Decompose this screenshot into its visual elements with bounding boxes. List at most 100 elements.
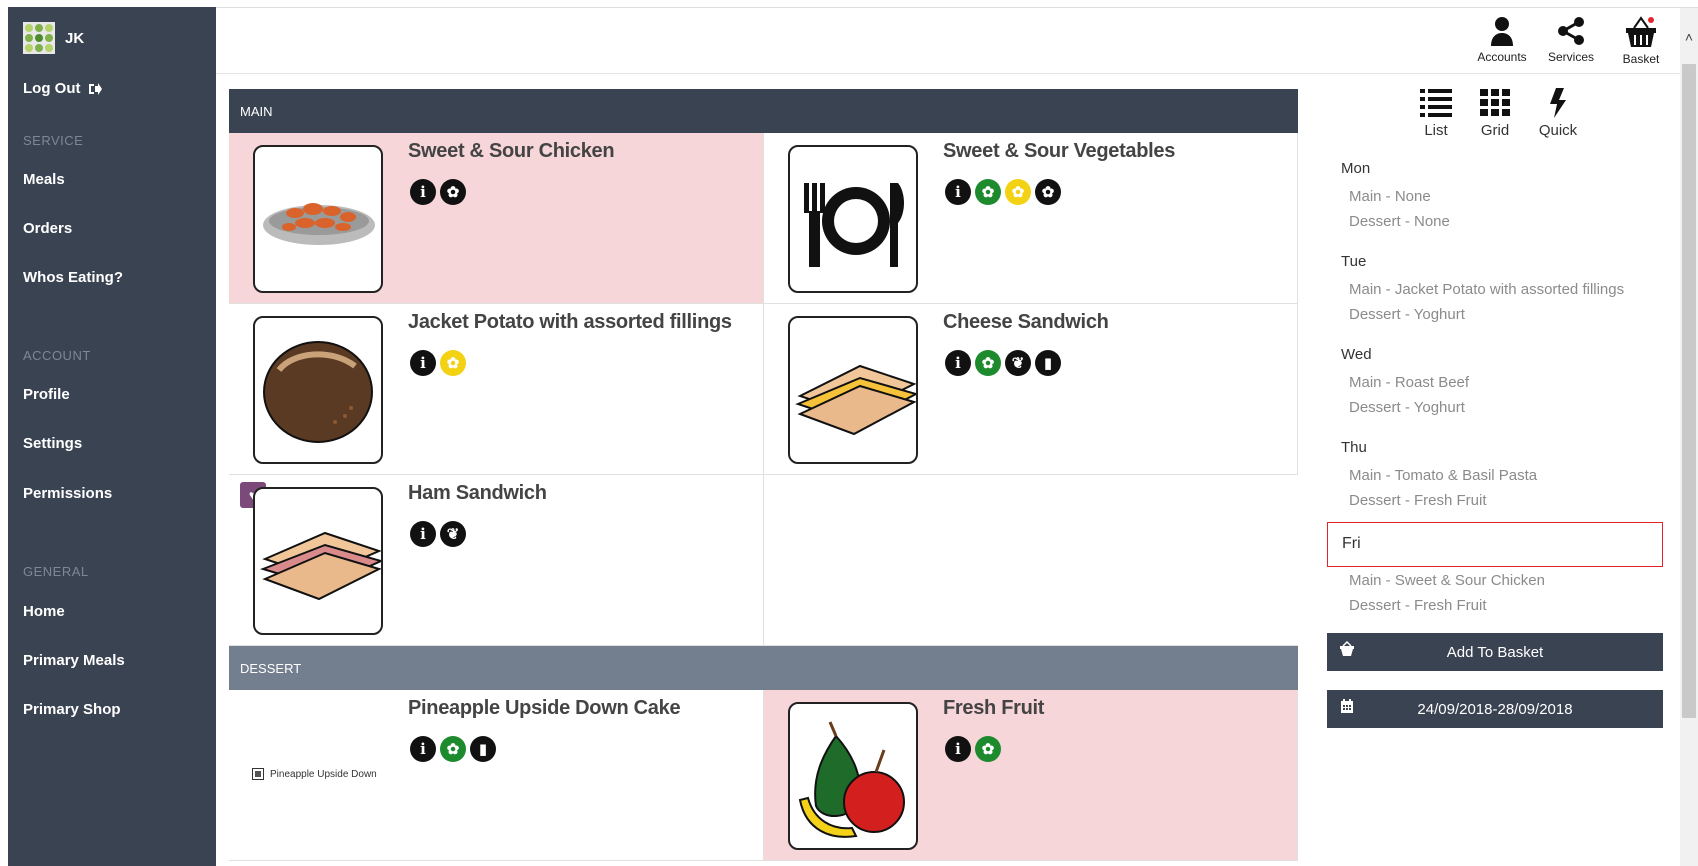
meal-title: Fresh Fruit xyxy=(943,697,1045,719)
day-name: Wed xyxy=(1341,346,1372,363)
logout-label: Log Out xyxy=(23,80,81,97)
view-list-label: List xyxy=(1424,122,1448,139)
day-dessert: Dessert - Fresh Fruit xyxy=(1349,597,1487,614)
logout-link[interactable]: Log Out xyxy=(23,80,103,97)
add-to-basket-button[interactable]: Add To Basket xyxy=(1327,633,1663,671)
info-icon[interactable]: i xyxy=(410,521,436,547)
dessert-section-title: DESSERT xyxy=(240,660,302,676)
meal-image xyxy=(788,145,918,293)
services-label: Services xyxy=(1547,50,1594,64)
sidebar-item-profile[interactable]: Profile xyxy=(23,386,70,403)
empty-card xyxy=(764,475,1298,646)
sidebar-item-home[interactable]: Home xyxy=(23,603,65,620)
meal-title: Ham Sandwich xyxy=(408,482,547,504)
dietary-badges: i ✿ xyxy=(945,736,1001,762)
view-quick-button[interactable]: Quick xyxy=(1533,88,1583,139)
user-row: JK xyxy=(23,22,84,54)
meal-image xyxy=(253,145,383,293)
gluten-icon: ❦ xyxy=(440,521,466,547)
meal-image xyxy=(788,316,918,464)
scroll-up-chevron-icon[interactable]: ˄ xyxy=(1682,30,1696,44)
day-thu[interactable]: Thu Main - Tomato & Basil Pasta Dessert … xyxy=(1327,439,1663,513)
day-name: Tue xyxy=(1341,253,1367,270)
services-button[interactable]: Services xyxy=(1543,16,1599,64)
view-list-button[interactable]: List xyxy=(1411,88,1461,139)
date-range-button[interactable]: 24/09/2018-28/09/2018 xyxy=(1327,690,1663,728)
sidebar-heading-service: SERVICE xyxy=(23,133,84,148)
sidebar-item-meals[interactable]: Meals xyxy=(23,171,65,188)
meal-image xyxy=(253,316,383,464)
meal-title: Jacket Potato with assorted fillings xyxy=(408,311,732,333)
main-section-title: MAIN xyxy=(240,103,273,119)
sidebar-item-permissions[interactable]: Permissions xyxy=(23,485,112,502)
meal-title: Sweet & Sour Vegetables xyxy=(943,140,1176,162)
sidebar-heading-account: ACCOUNT xyxy=(23,348,91,363)
school-logo xyxy=(23,22,55,54)
user-initials: JK xyxy=(65,29,85,47)
meal-card-ham-sandwich[interactable]: ♥ Ham Sandwich i ❦ xyxy=(229,475,764,646)
info-icon[interactable]: i xyxy=(945,179,971,205)
meal-image xyxy=(253,487,383,635)
vegan-icon: ✿ xyxy=(1005,179,1031,205)
info-icon[interactable]: i xyxy=(945,350,971,376)
logout-icon xyxy=(89,82,103,95)
allergen-icon: ✿ xyxy=(440,179,466,205)
day-dessert: Dessert - Yoghurt xyxy=(1349,399,1465,416)
sidebar-item-whos-eating[interactable]: Whos Eating? xyxy=(23,269,123,286)
meal-card-jacket-potato[interactable]: Jacket Potato with assorted fillings i ✿ xyxy=(229,304,764,475)
main-grid: Sweet & Sour Chicken i ✿ Sweet & Sour Ve… xyxy=(229,133,1298,646)
view-grid-label: Grid xyxy=(1480,122,1510,139)
list-icon xyxy=(1420,89,1452,117)
day-tue[interactable]: Tue Main - Jacket Potato with assorted f… xyxy=(1327,253,1663,327)
dietary-badges: i ✿ ▮ xyxy=(410,736,496,762)
meal-title: Sweet & Sour Chicken xyxy=(408,140,615,162)
info-icon[interactable]: i xyxy=(945,736,971,762)
menu-panel: MAIN Sweet & Sour Chicken i ✿ Sweet & So… xyxy=(229,89,1298,861)
info-icon[interactable]: i xyxy=(410,736,436,762)
image-alt-text: Pineapple Upside Down xyxy=(270,768,377,780)
meal-card-pineapple-cake[interactable]: Pineapple Upside Down Pineapple Upside D… xyxy=(229,690,764,861)
meal-card-fresh-fruit[interactable]: Fresh Fruit i ✿ xyxy=(764,690,1298,861)
grid-icon xyxy=(1480,89,1510,116)
share-icon xyxy=(1558,17,1584,45)
day-main: Main - Tomato & Basil Pasta xyxy=(1349,467,1538,484)
add-to-basket-label: Add To Basket xyxy=(1446,643,1544,661)
vegetarian-icon: ✿ xyxy=(440,736,466,762)
day-dessert: Dessert - Yoghurt xyxy=(1349,306,1465,323)
allergen-icon: ✿ xyxy=(1035,179,1061,205)
dietary-badges: i ✿ ✿ ✿ xyxy=(945,179,1061,205)
sidebar-item-orders[interactable]: Orders xyxy=(23,220,72,237)
sidebar: JK Log Out SERVICE Meals Orders Whos Eat… xyxy=(8,7,216,866)
day-fri-selected[interactable]: Fri xyxy=(1327,522,1663,567)
info-icon[interactable]: i xyxy=(410,350,436,376)
dietary-badges: i ✿ xyxy=(410,350,466,376)
main-section-header: MAIN xyxy=(229,89,1298,133)
basket-button[interactable]: Basket xyxy=(1613,16,1669,66)
dietary-badges: i ❦ xyxy=(410,521,466,547)
meal-image xyxy=(788,702,918,850)
accounts-button[interactable]: Accounts xyxy=(1474,16,1530,64)
sidebar-heading-general: GENERAL xyxy=(23,564,89,579)
day-mon[interactable]: Mon Main - None Dessert - None xyxy=(1327,160,1663,234)
meal-card-sweet-sour-chicken[interactable]: Sweet & Sour Chicken i ✿ xyxy=(229,133,764,304)
day-wed[interactable]: Wed Main - Roast Beef Dessert - Yoghurt xyxy=(1327,346,1663,420)
view-quick-label: Quick xyxy=(1538,122,1578,139)
day-main: Main - None xyxy=(1349,188,1431,205)
day-main: Main - Jacket Potato with assorted filli… xyxy=(1349,281,1625,298)
page-scrollbar[interactable]: ˄ xyxy=(1680,8,1698,866)
meal-card-sweet-sour-vegetables[interactable]: Sweet & Sour Vegetables i ✿ ✿ ✿ xyxy=(764,133,1298,304)
meal-card-cheese-sandwich[interactable]: Cheese Sandwich i ✿ ❦ ▮ xyxy=(764,304,1298,475)
top-bar: Accounts Services Basket xyxy=(216,8,1680,74)
day-dessert: Dessert - None xyxy=(1349,213,1450,230)
scroll-thumb[interactable] xyxy=(1682,64,1696,718)
info-icon[interactable]: i xyxy=(410,179,436,205)
day-name: Thu xyxy=(1341,439,1367,456)
sidebar-item-settings[interactable]: Settings xyxy=(23,435,82,452)
sidebar-item-primary-shop[interactable]: Primary Shop xyxy=(23,701,121,718)
day-name: Mon xyxy=(1341,160,1371,177)
view-grid-button[interactable]: Grid xyxy=(1470,88,1520,139)
date-range-label: 24/09/2018-28/09/2018 xyxy=(1417,700,1573,718)
basket-label: Basket xyxy=(1622,52,1660,66)
basket-icon xyxy=(1626,16,1656,47)
sidebar-item-primary-meals[interactable]: Primary Meals xyxy=(23,652,125,669)
